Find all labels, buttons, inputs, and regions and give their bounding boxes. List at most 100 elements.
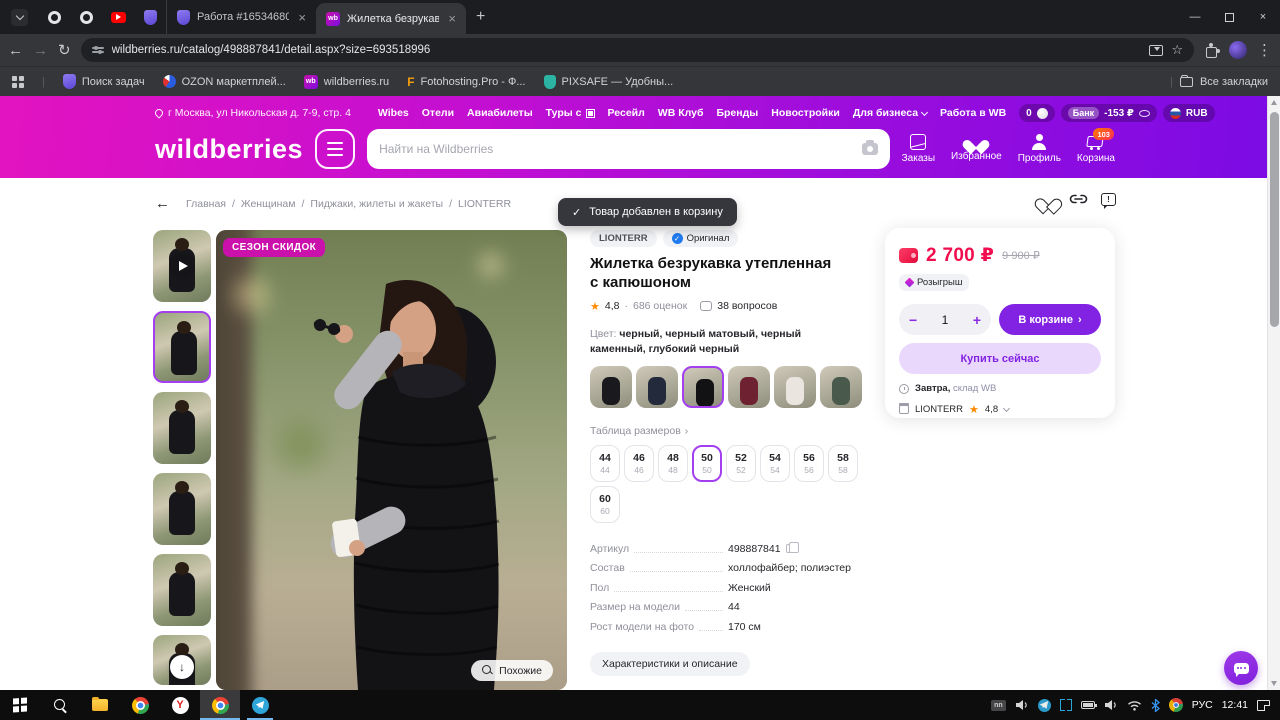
tab-close-icon[interactable]: ×: [446, 12, 458, 25]
wifi-icon[interactable]: [1127, 700, 1142, 711]
chat-support-button[interactable]: [1224, 651, 1258, 685]
back-button[interactable]: ←: [8, 43, 23, 58]
bank-balance-badge[interactable]: Банк -153 ₽: [1060, 104, 1157, 122]
maximize-button[interactable]: [1212, 0, 1246, 34]
breadcrumb-item[interactable]: LIONTERR: [458, 198, 511, 210]
size-option[interactable]: 60 60: [590, 485, 620, 523]
battery-icon[interactable]: [1080, 701, 1097, 709]
nav-resale[interactable]: Ресейл: [608, 107, 645, 119]
nav-business[interactable]: Для бизнеса: [853, 107, 929, 119]
copy-icon[interactable]: [785, 542, 799, 554]
seller-info[interactable]: LIONTERR ★ 4,8: [899, 403, 1101, 416]
pinned-tab[interactable]: [70, 0, 102, 34]
increase-qty-button[interactable]: +: [973, 312, 981, 328]
nav-avia[interactable]: Авиабилеты: [467, 107, 533, 119]
start-button[interactable]: [0, 690, 40, 720]
back-arrow-icon[interactable]: ←: [155, 195, 170, 212]
tab-work-order[interactable]: Работа #165346808 по заказу ×: [166, 0, 316, 34]
scroll-down-arrow[interactable]: [1271, 681, 1277, 686]
file-explorer-button[interactable]: [80, 690, 120, 720]
reload-button[interactable]: ↻: [58, 43, 71, 58]
volume-icon[interactable]: [1015, 699, 1029, 711]
size-option[interactable]: 48 48: [658, 444, 688, 482]
more-thumbnails-button[interactable]: ↓: [170, 655, 194, 679]
chrome-active-window-button[interactable]: [200, 690, 240, 720]
share-link-icon[interactable]: [1069, 193, 1088, 205]
nav-newbuildings[interactable]: Новостройки: [771, 107, 840, 119]
install-app-icon[interactable]: [1149, 44, 1164, 56]
buy-now-button[interactable]: Купить сейчас: [899, 343, 1101, 374]
rating-value[interactable]: 4,8: [605, 300, 620, 312]
thumbnail[interactable]: [153, 473, 211, 545]
brand-chip[interactable]: LIONTERR: [590, 230, 657, 247]
specs-description-button[interactable]: Характеристики и описание: [590, 652, 750, 677]
bookmark-item[interactable]: F Fotohosting.Pro - Ф...: [407, 75, 525, 89]
search-input[interactable]: [379, 142, 854, 156]
minimize-button[interactable]: —: [1178, 0, 1212, 34]
extensions-icon[interactable]: [1204, 42, 1219, 58]
size-table-link[interactable]: Таблица размеров ›: [590, 425, 866, 437]
tab-search-button[interactable]: [11, 8, 28, 26]
tab-product-active[interactable]: wb Жилетка безрукавка утепленн ×: [316, 3, 466, 34]
eye-icon[interactable]: [1138, 109, 1150, 117]
nav-jobs[interactable]: Работа в WB: [940, 107, 1006, 119]
bluetooth-icon[interactable]: [1151, 698, 1160, 712]
thumbnail-selected[interactable]: [153, 311, 211, 383]
bookmark-item[interactable]: Поиск задач: [62, 74, 145, 89]
bookmark-item[interactable]: PIXSAFE — Удобны...: [543, 74, 673, 89]
camera-search-icon[interactable]: [861, 140, 878, 155]
color-swatch-selected[interactable]: [682, 365, 724, 408]
notification-center-icon[interactable]: [1257, 699, 1270, 711]
bookmark-item[interactable]: OZON маркетплей...: [162, 75, 286, 88]
favorites-button[interactable]: Избранное: [951, 134, 1002, 164]
pinned-tab[interactable]: [134, 0, 166, 34]
thumbnail[interactable]: [153, 392, 211, 464]
breadcrumb-item[interactable]: Женщинам: [241, 198, 296, 210]
breadcrumb-item[interactable]: Главная: [186, 198, 226, 210]
scrollbar-thumb[interactable]: [1269, 112, 1279, 327]
orders-button[interactable]: Заказы: [902, 134, 935, 164]
thumbnail[interactable]: [153, 554, 211, 626]
url-text[interactable]: wildberries.ru/catalog/498887841/detail.…: [112, 44, 1142, 56]
search-bar[interactable]: [367, 129, 890, 169]
all-bookmarks-button[interactable]: | Все закладки: [1170, 74, 1268, 88]
nav-tours[interactable]: Туры с: [546, 107, 595, 119]
address-bar[interactable]: wildberries.ru/catalog/498887841/detail.…: [80, 38, 1194, 62]
nav-wb-club[interactable]: WB Клуб: [658, 107, 704, 119]
wb-logo[interactable]: wildberries: [155, 135, 303, 163]
color-swatch[interactable]: [636, 365, 678, 408]
pinned-tab[interactable]: [38, 0, 70, 34]
taskbar-clock[interactable]: 12:41: [1222, 699, 1248, 711]
size-option[interactable]: 56 56: [794, 444, 824, 482]
thumbnail-video[interactable]: [153, 230, 211, 302]
color-swatch[interactable]: [728, 365, 770, 408]
cart-button[interactable]: 103 Корзина: [1077, 128, 1115, 164]
profile-avatar[interactable]: [1229, 41, 1247, 59]
chrome-button[interactable]: [120, 690, 160, 720]
product-main-image[interactable]: СЕЗОН СКИДОК Похожие: [216, 230, 567, 690]
decrease-qty-button[interactable]: −: [909, 312, 917, 328]
nav-wibes[interactable]: Wibes: [378, 107, 409, 119]
forward-button[interactable]: →: [33, 43, 48, 58]
close-window-button[interactable]: ×: [1246, 0, 1280, 34]
bookmark-item[interactable]: wb wildberries.ru: [303, 74, 389, 89]
breadcrumb-item[interactable]: Пиджаки, жилеты и жакеты: [310, 198, 443, 210]
bookmark-star-icon[interactable]: ☆: [1171, 42, 1183, 58]
color-swatch[interactable]: [820, 365, 862, 408]
browser-menu-icon[interactable]: ⋮: [1257, 43, 1272, 58]
chrome-tray-icon[interactable]: [1168, 698, 1183, 712]
favorite-heart-icon[interactable]: [1040, 192, 1056, 206]
size-option[interactable]: 46 46: [624, 444, 654, 482]
in-cart-button[interactable]: В корзине ›: [999, 304, 1101, 335]
new-tab-button[interactable]: +: [476, 8, 485, 26]
page-scrollbar[interactable]: [1267, 96, 1280, 690]
raffle-chip[interactable]: Розыгрыш: [899, 274, 970, 291]
tab-close-icon[interactable]: ×: [296, 11, 308, 24]
screenshot-tool-icon[interactable]: [1059, 699, 1072, 711]
ratings-count[interactable]: 686 оценок: [633, 300, 687, 312]
telegram-button[interactable]: [240, 690, 280, 720]
report-icon[interactable]: !: [1101, 192, 1116, 209]
scroll-up-arrow[interactable]: [1271, 100, 1277, 105]
size-option[interactable]: 58 58: [828, 444, 858, 482]
size-option-selected[interactable]: 50 50: [692, 444, 722, 482]
